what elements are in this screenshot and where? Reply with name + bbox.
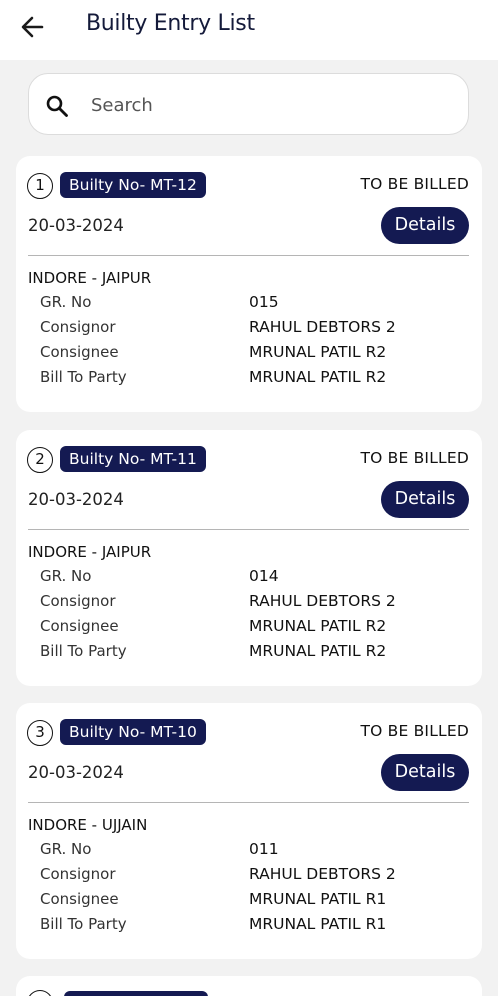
divider [28, 529, 469, 530]
consignee-label: Consignee [40, 343, 119, 361]
builty-number-badge [64, 991, 208, 996]
gr-no-label: GR. No [40, 293, 92, 311]
entry-index: 1 [27, 173, 53, 199]
divider [28, 802, 469, 803]
builty-number-badge: Builty No- MT-10 [60, 719, 206, 745]
status-label: TO BE BILLED [360, 722, 469, 740]
back-button[interactable] [18, 12, 48, 42]
consignee-label: Consignee [40, 617, 119, 635]
gr-no-label: GR. No [40, 567, 92, 585]
consignor-label: Consignor [40, 865, 116, 883]
details-button[interactable]: Details [381, 481, 469, 518]
builty-card: 3 Builty No- MT-10 TO BE BILLED 20-03-20… [16, 703, 482, 959]
entry-date: 20-03-2024 [28, 763, 124, 782]
app-bar: Builty Entry List [0, 0, 498, 60]
bill-to-party-value: MRUNAL PATIL R1 [249, 915, 387, 933]
consignor-label: Consignor [40, 592, 116, 610]
entry-index: 3 [27, 720, 53, 746]
consignee-value: MRUNAL PATIL R2 [249, 343, 387, 361]
consignor-value: RAHUL DEBTORS 2 [249, 865, 396, 883]
entry-date: 20-03-2024 [28, 490, 124, 509]
consignee-value: MRUNAL PATIL R2 [249, 617, 387, 635]
search-icon [46, 95, 68, 117]
page-title: Builty Entry List [86, 11, 255, 36]
bill-to-party-label: Bill To Party [40, 642, 127, 660]
status-label: TO BE BILLED [360, 449, 469, 467]
arrow-left-icon [21, 16, 44, 38]
builty-card: 1 Builty No- MT-12 TO BE BILLED 20-03-20… [16, 156, 482, 412]
search-bar[interactable] [28, 73, 469, 135]
builty-card-partial [16, 976, 482, 996]
consignor-value: RAHUL DEBTORS 2 [249, 592, 396, 610]
route: INDORE - JAIPUR [28, 543, 152, 561]
details-button[interactable]: Details [381, 754, 469, 791]
bill-to-party-label: Bill To Party [40, 915, 127, 933]
gr-no-label: GR. No [40, 840, 92, 858]
bill-to-party-value: MRUNAL PATIL R2 [249, 368, 387, 386]
route: INDORE - UJJAIN [28, 816, 148, 834]
builty-number-badge: Builty No- MT-11 [60, 446, 206, 472]
entry-date: 20-03-2024 [28, 216, 124, 235]
consignee-label: Consignee [40, 890, 119, 908]
status-label: TO BE BILLED [360, 175, 469, 193]
consignee-value: MRUNAL PATIL R1 [249, 890, 387, 908]
divider [28, 255, 469, 256]
bill-to-party-value: MRUNAL PATIL R2 [249, 642, 387, 660]
entry-index [27, 990, 53, 996]
gr-no-value: 014 [249, 567, 279, 585]
gr-no-value: 011 [249, 840, 279, 858]
consignor-value: RAHUL DEBTORS 2 [249, 318, 396, 336]
entry-index: 2 [27, 447, 53, 473]
builty-number-badge: Builty No- MT-12 [60, 172, 206, 198]
search-input[interactable] [91, 90, 451, 120]
consignor-label: Consignor [40, 318, 116, 336]
gr-no-value: 015 [249, 293, 279, 311]
builty-card: 2 Builty No- MT-11 TO BE BILLED 20-03-20… [16, 430, 482, 686]
route: INDORE - JAIPUR [28, 269, 152, 287]
details-button[interactable]: Details [381, 207, 469, 244]
bill-to-party-label: Bill To Party [40, 368, 127, 386]
